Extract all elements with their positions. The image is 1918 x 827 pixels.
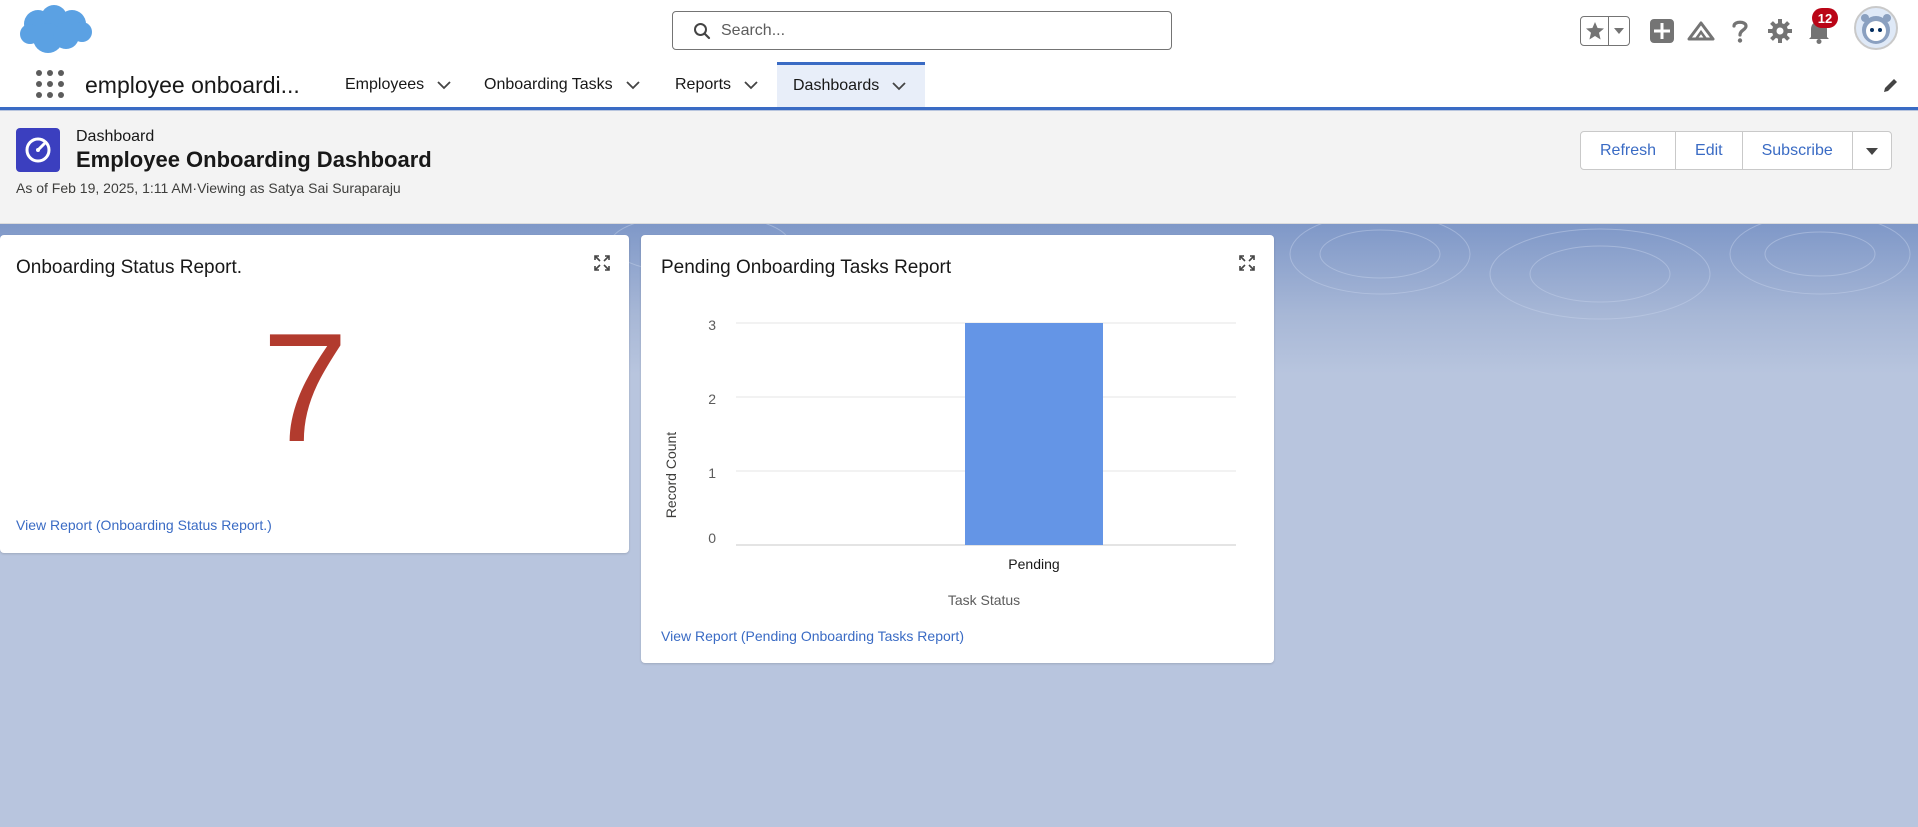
favorites-group xyxy=(1580,16,1630,46)
breadcrumb: Dashboard xyxy=(76,128,155,145)
tab-label: Reports xyxy=(675,75,732,93)
global-search[interactable] xyxy=(672,11,1172,50)
widget-title: Onboarding Status Report. xyxy=(16,257,243,278)
launcher-dot xyxy=(58,92,64,98)
user-avatar[interactable] xyxy=(1854,6,1898,50)
expand-icon[interactable] xyxy=(1239,255,1255,271)
tab-label: Dashboards xyxy=(793,77,880,94)
chevron-down-icon[interactable] xyxy=(891,78,907,94)
gear-icon xyxy=(1768,19,1792,43)
chevron-down-icon[interactable] xyxy=(625,77,641,93)
tab-onboarding-tasks[interactable]: Onboarding Tasks xyxy=(468,62,657,107)
tab-label: Onboarding Tasks xyxy=(484,75,613,93)
help-icon xyxy=(1732,20,1748,43)
chevron-down-icon[interactable] xyxy=(436,77,452,93)
launcher-dot xyxy=(47,81,53,87)
tab-dashboards[interactable]: Dashboards xyxy=(777,62,925,107)
search-icon xyxy=(694,22,711,39)
chart-bars xyxy=(965,323,1103,545)
salesforce-logo[interactable] xyxy=(18,4,94,56)
launcher-dot xyxy=(36,81,42,87)
app-navigation-bar: employee onboardi... Employees Onboardin… xyxy=(0,62,1918,110)
caret-down-icon xyxy=(1614,28,1624,34)
bar-pending[interactable] xyxy=(965,323,1103,545)
global-header: 12 xyxy=(0,0,1918,62)
view-report-link[interactable]: View Report (Pending Onboarding Tasks Re… xyxy=(661,628,964,644)
view-report-link[interactable]: View Report (Onboarding Status Report.) xyxy=(16,517,272,533)
notification-count-badge: 12 xyxy=(1812,8,1838,28)
astro-avatar-icon xyxy=(1861,14,1891,44)
widget-title: Pending Onboarding Tasks Report xyxy=(661,257,952,278)
x-axis-label: Task Status xyxy=(948,592,1020,608)
chevron-down-icon[interactable] xyxy=(743,77,759,93)
pending-tasks-widget: Pending Onboarding Tasks Report 0 1 2 3 Pend… xyxy=(641,235,1274,663)
dashboard-page-header: Dashboard Employee Onboarding Dashboard … xyxy=(0,111,1918,224)
tab-reports[interactable]: Reports xyxy=(659,62,775,107)
as-of-text: As of Feb 19, 2025, 1:11 AM·Viewing as S… xyxy=(16,180,401,196)
star-icon xyxy=(1585,22,1604,40)
launcher-dot xyxy=(36,92,42,98)
setup-button[interactable] xyxy=(1765,16,1795,46)
dashboard-gauge-icon xyxy=(25,137,51,163)
edit-nav-pencil-icon[interactable] xyxy=(1882,76,1900,94)
more-actions-button[interactable] xyxy=(1853,132,1891,169)
search-input[interactable] xyxy=(721,21,1141,40)
app-name: employee onboardi... xyxy=(85,72,300,98)
launcher-dot xyxy=(47,92,53,98)
subscribe-button[interactable]: Subscribe xyxy=(1743,132,1853,169)
y-tick-label: 1 xyxy=(708,465,716,481)
bar-chart: 0 1 2 3 Pending Record Count Task Status xyxy=(663,317,1236,608)
add-icon xyxy=(1650,19,1674,43)
y-axis-label: Record Count xyxy=(663,432,679,518)
help-button[interactable] xyxy=(1725,16,1755,46)
trailhead-icon xyxy=(1687,21,1715,41)
global-actions-button[interactable] xyxy=(1647,16,1677,46)
launcher-dot xyxy=(36,70,42,76)
page-title: Employee Onboarding Dashboard xyxy=(76,147,432,172)
trailhead-button[interactable] xyxy=(1686,16,1716,46)
favorites-dropdown-button[interactable] xyxy=(1609,17,1629,45)
x-tick-label: Pending xyxy=(1008,556,1059,572)
favorites-star-button[interactable] xyxy=(1581,17,1609,45)
dashboard-actions: Refresh Edit Subscribe xyxy=(1580,131,1892,170)
y-tick-label: 3 xyxy=(708,317,716,333)
launcher-dot xyxy=(58,81,64,87)
tab-label: Employees xyxy=(345,75,425,93)
app-launcher-button[interactable] xyxy=(36,70,64,98)
y-tick-label: 0 xyxy=(708,530,716,546)
launcher-dot xyxy=(58,70,64,76)
expand-icon[interactable] xyxy=(594,255,610,271)
refresh-button[interactable]: Refresh xyxy=(1581,132,1677,169)
dashboard-object-icon xyxy=(16,128,60,172)
launcher-dot xyxy=(47,70,53,76)
tab-employees[interactable]: Employees xyxy=(329,62,468,107)
metric-value: 7 xyxy=(262,301,349,474)
caret-down-icon xyxy=(1865,147,1878,155)
y-tick-label: 2 xyxy=(708,391,716,407)
edit-button[interactable]: Edit xyxy=(1676,132,1743,169)
